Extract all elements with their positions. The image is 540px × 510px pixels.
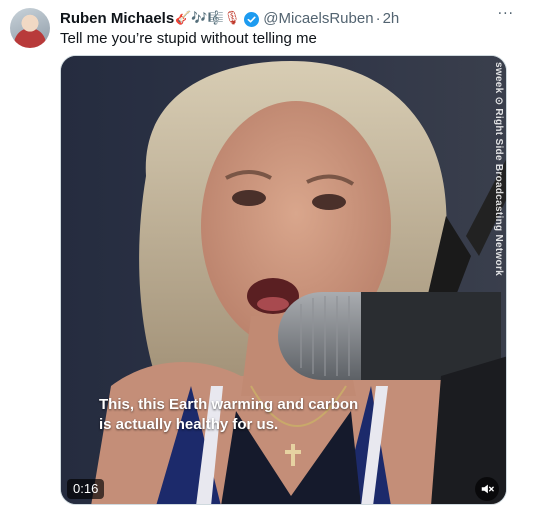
avatar[interactable] — [10, 8, 50, 48]
author-name[interactable]: Ruben Michaels — [60, 9, 174, 29]
more-icon[interactable]: ··· — [498, 6, 514, 22]
video-caption: This, this Earth warming and carbon is a… — [99, 396, 359, 433]
verified-badge-icon — [244, 11, 260, 27]
tweet-text: Tell me you’re stupid without telling me — [60, 30, 317, 47]
author-emojis: 🎸🎶🎼🎙 — [175, 11, 241, 26]
tweet-header: Ruben Michaels 🎸🎶🎼🎙 @MicaelsRuben · 2h — [60, 9, 520, 29]
video-player[interactable]: sweek ⊙ Right Side Broadcasting Network … — [60, 55, 507, 505]
speaker-muted-icon[interactable] — [475, 477, 499, 501]
timestamp[interactable]: 2h — [383, 9, 400, 29]
video-frame — [61, 56, 506, 504]
video-duration: 0:16 — [67, 479, 105, 499]
broadcast-watermark: sweek ⊙ Right Side Broadcasting Network — [493, 62, 504, 277]
separator-dot: · — [375, 10, 381, 27]
author-handle[interactable]: @MicaelsRuben — [263, 9, 373, 29]
